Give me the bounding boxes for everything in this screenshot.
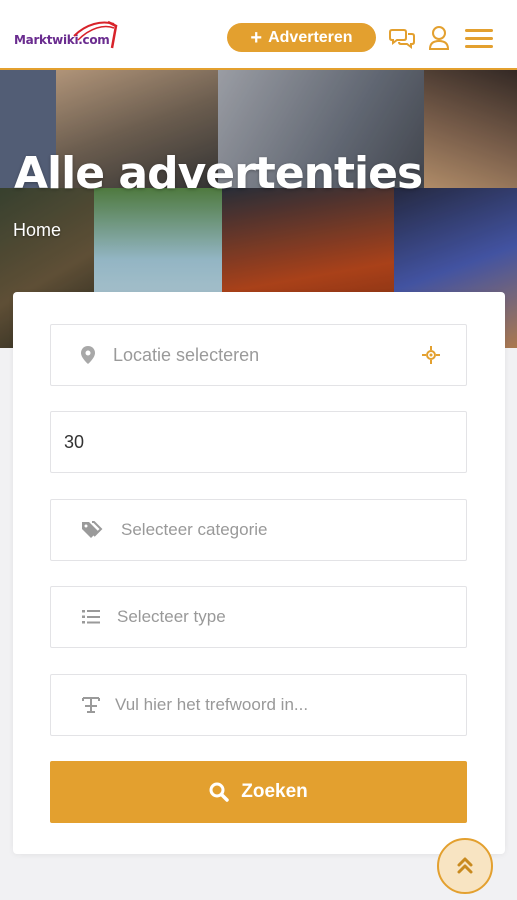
chat-icon[interactable] <box>388 24 416 52</box>
tags-icon <box>82 521 104 539</box>
menu-icon[interactable] <box>463 24 495 52</box>
post-ad-button[interactable]: + Adverteren <box>227 23 376 52</box>
search-icon <box>209 782 229 802</box>
type-placeholder: Selecteer type <box>117 607 226 626</box>
location-field[interactable]: Locatie selecteren <box>50 324 467 386</box>
keyword-placeholder: Vul hier het trefwoord in... <box>115 695 309 714</box>
map-pin-icon <box>81 346 95 364</box>
location-placeholder: Locatie selecteren <box>113 344 260 365</box>
category-placeholder: Selecteer categorie <box>121 520 268 539</box>
radius-value: 30 <box>64 431 85 452</box>
plus-icon: + <box>250 26 263 49</box>
type-select[interactable]: Selecteer type <box>50 586 467 648</box>
site-logo[interactable]: Marktwiki.com <box>12 18 122 54</box>
keyword-input[interactable]: Vul hier het trefwoord in... <box>50 674 467 736</box>
text-size-icon <box>82 697 100 713</box>
breadcrumb-home[interactable]: Home <box>13 220 61 241</box>
locate-me-icon[interactable] <box>422 346 440 364</box>
search-submit-label: Zoeken <box>241 781 308 802</box>
user-icon[interactable] <box>425 24 453 52</box>
site-header: Marktwiki.com + Adverteren <box>0 0 517 70</box>
category-select[interactable]: Selecteer categorie <box>50 499 467 561</box>
logo-swoosh-icon <box>73 20 118 49</box>
post-ad-label: Adverteren <box>268 28 353 46</box>
scroll-to-top-button[interactable] <box>437 838 493 894</box>
search-submit-button[interactable]: Zoeken <box>50 761 467 823</box>
list-icon <box>82 610 100 624</box>
search-form: Locatie selecteren 30 Selecteer categori… <box>13 292 505 854</box>
page-title: Alle advertenties <box>14 148 423 199</box>
radius-field[interactable]: 30 <box>50 411 467 473</box>
double-chevron-up-icon <box>457 857 473 874</box>
